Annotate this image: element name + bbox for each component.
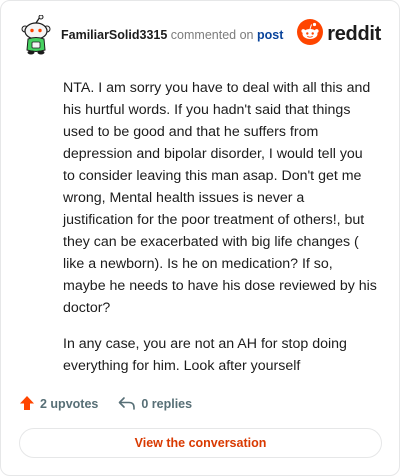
upvote-arrow-icon [19, 395, 35, 414]
reddit-alien-icon [297, 19, 324, 50]
snoo-avatar-icon[interactable] [19, 14, 53, 55]
comment-paragraph: In any case, you are not an AH for stop … [63, 336, 347, 374]
comment-paragraph: NTA. I am sorry you have to deal with al… [63, 80, 377, 316]
comment-header: FamiliarSolid3315 commented on post redd [19, 14, 381, 55]
reddit-logo[interactable]: reddit [297, 19, 381, 50]
comment-body: NTA. I am sorry you have to deal with al… [63, 77, 377, 391]
comment-byline: FamiliarSolid3315 commented on post [61, 28, 283, 42]
upvote-button[interactable]: 2 upvotes [19, 395, 98, 414]
comment-card: FamiliarSolid3315 commented on post redd [0, 0, 400, 476]
reply-count: 0 replies [141, 397, 193, 411]
reply-arrow-icon [118, 395, 136, 414]
commented-on-text: commented on [170, 28, 254, 42]
post-link[interactable]: post [257, 28, 283, 42]
reddit-wordmark: reddit [327, 23, 381, 45]
username-link[interactable]: FamiliarSolid3315 [61, 28, 167, 42]
upvote-count: 2 upvotes [40, 397, 99, 411]
reply-button[interactable]: 0 replies [118, 395, 192, 414]
comment-actions: 2 upvotes 0 replies [19, 394, 192, 414]
view-conversation-button[interactable]: View the conversation [19, 428, 382, 458]
